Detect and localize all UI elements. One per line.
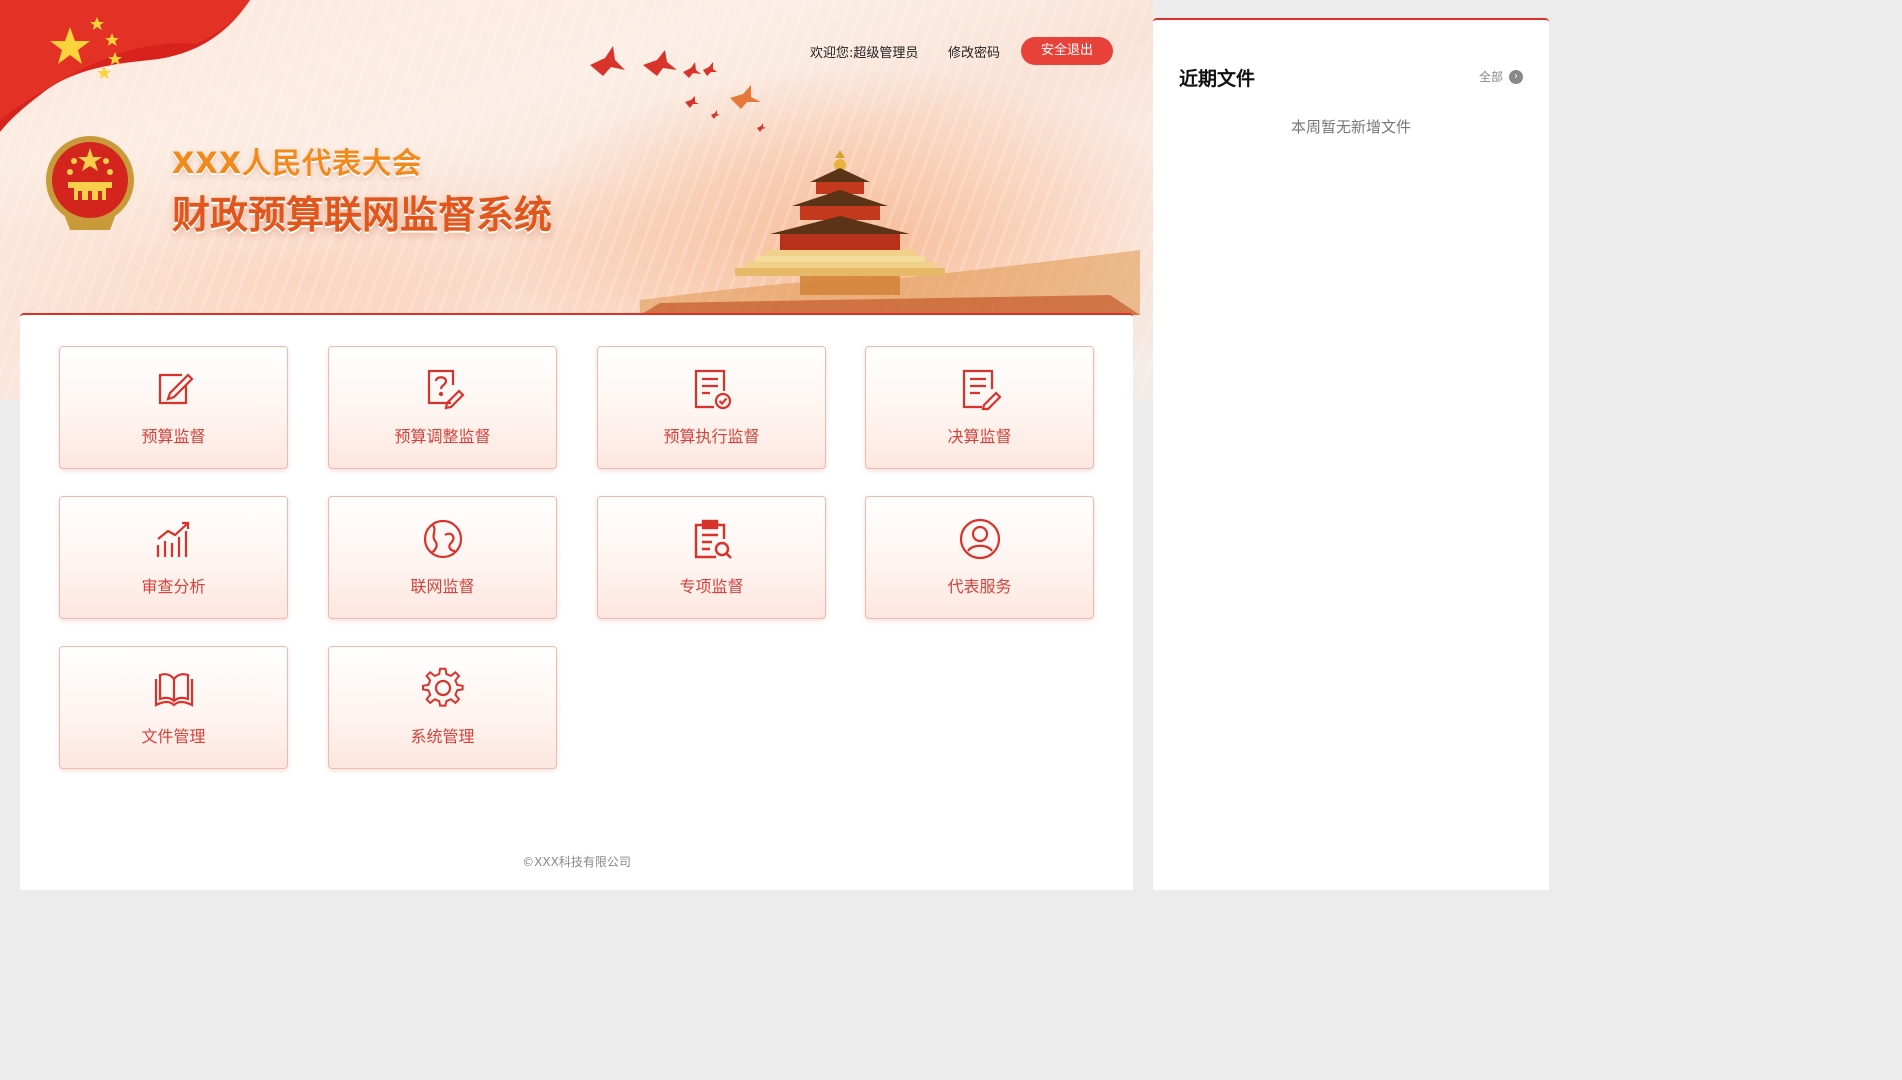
tile-label: 代表服务 xyxy=(947,577,1012,596)
tile-label: 联网监督 xyxy=(410,577,475,596)
chevron-right-icon: › xyxy=(1509,69,1523,84)
edit-icon xyxy=(158,373,194,405)
tile-label: 预算监督 xyxy=(141,427,206,446)
tile-special-supervision[interactable]: 专项监督 xyxy=(597,496,826,619)
tile-label: 系统管理 xyxy=(410,727,475,746)
gear-icon xyxy=(421,667,464,707)
change-password-link[interactable]: 修改密码 xyxy=(948,42,1000,61)
welcome-text: 欢迎您:超级管理员 xyxy=(810,42,918,61)
question-doc-icon xyxy=(427,369,465,410)
recent-files-panel: 近期文件 全部 › 本周暂无新增文件 xyxy=(1153,18,1549,890)
tile-final-accounts-supervision[interactable]: 决算监督 xyxy=(865,346,1094,469)
tile-network-supervision[interactable]: 联网监督 xyxy=(328,496,557,619)
birds-decoration xyxy=(590,46,766,132)
tile-label: 决算监督 xyxy=(947,427,1012,446)
globe-icon xyxy=(423,519,462,559)
system-title: 财政预算联网监督系统 xyxy=(172,193,553,237)
tile-file-management[interactable]: 文件管理 xyxy=(59,646,288,769)
flag-icon xyxy=(0,0,250,132)
tile-representative-service[interactable]: 代表服务 xyxy=(865,496,1094,619)
tile-label: 专项监督 xyxy=(679,577,744,596)
temple-illustration xyxy=(640,150,1140,315)
username: 超级管理员 xyxy=(853,46,919,61)
tile-budget-execution-supervision[interactable]: 预算执行监督 xyxy=(597,346,826,469)
tile-label: 预算执行监督 xyxy=(663,427,760,446)
book-icon xyxy=(154,673,193,707)
welcome-prefix: 欢迎您: xyxy=(810,46,854,61)
doc-check-icon xyxy=(694,369,731,410)
main-panel: 预算监督 预算调整监督 预算执行监督 决算监督 审查分析 联网监督 专项监督 代… xyxy=(20,313,1133,890)
national-emblem-icon xyxy=(46,136,134,230)
org-title: XXX人民代表大会 xyxy=(172,146,423,180)
view-all-link[interactable]: 全部 › xyxy=(1479,68,1523,85)
recent-files-title: 近期文件 xyxy=(1179,68,1256,90)
tile-label: 预算调整监督 xyxy=(394,427,491,446)
view-all-label: 全部 xyxy=(1478,70,1503,84)
clipboard-search-icon xyxy=(694,519,732,559)
footer-copyright: ©XXX科技有限公司 xyxy=(522,855,631,869)
tile-budget-supervision[interactable]: 预算监督 xyxy=(59,346,288,469)
doc-pen-icon xyxy=(962,369,1002,411)
tile-review-analysis[interactable]: 审查分析 xyxy=(59,496,288,619)
tile-system-management[interactable]: 系统管理 xyxy=(328,646,557,769)
tile-label: 审查分析 xyxy=(141,577,206,596)
bar-chart-icon xyxy=(156,521,189,557)
tile-label: 文件管理 xyxy=(141,727,206,746)
user-icon xyxy=(959,518,1000,560)
empty-state-text: 本周暂无新增文件 xyxy=(1290,118,1411,136)
logout-button[interactable]: 安全退出 xyxy=(1021,37,1113,65)
tile-budget-adjustment-supervision[interactable]: 预算调整监督 xyxy=(328,346,557,469)
